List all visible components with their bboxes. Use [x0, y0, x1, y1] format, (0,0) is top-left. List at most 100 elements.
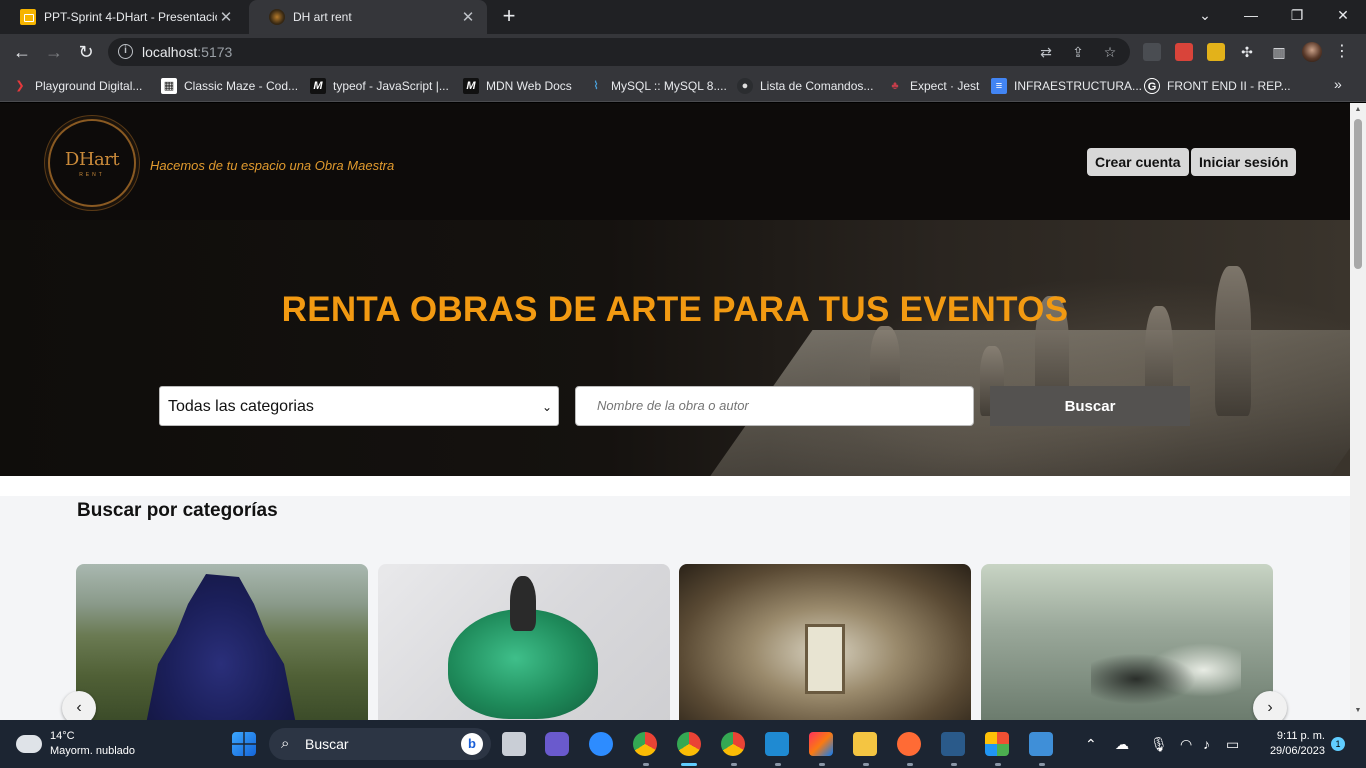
bookmark-label: Expect · Jest [910, 79, 980, 93]
chevron-red-icon: ❯ [15, 80, 25, 92]
notepad-icon[interactable] [1029, 732, 1053, 756]
hero-banner: RENTA OBRAS DE ARTE PARA TUS EVENTOS Tod… [0, 220, 1350, 476]
url-host: localhost [142, 44, 198, 60]
hero-title: RENTA OBRAS DE ARTE PARA TUS EVENTOS [281, 290, 1069, 329]
extensions-puzzle-icon[interactable]: ✣ [1239, 44, 1255, 60]
mdn-icon: M [310, 78, 326, 94]
close-icon[interactable]: ✕ [459, 8, 477, 26]
scrollbar-thumb[interactable] [1354, 119, 1362, 269]
bookmarks-bar: ❯ Playground Digital... ▦ Classic Maze -… [0, 70, 1366, 102]
back-icon[interactable]: ← [10, 40, 34, 64]
chrome-profile-icon[interactable] [633, 732, 657, 756]
bookmark-item[interactable]: G FRONT END II - REP... [1144, 76, 1291, 96]
tab-dh-art-rent[interactable]: DH art rent ✕ [249, 0, 487, 34]
login-button[interactable]: Iniciar sesión [1191, 148, 1297, 176]
wifi-icon[interactable]: ◠ [1180, 734, 1192, 754]
tray-chevron-up-icon[interactable]: ⌃ [1085, 734, 1097, 754]
volume-icon[interactable]: ♪ [1203, 734, 1210, 754]
weather-widget[interactable]: 14°C Mayorm. nublado [14, 729, 135, 759]
page-scrollbar[interactable]: ▲ ▼ [1350, 103, 1366, 720]
window-close-icon[interactable]: ✕ [1331, 5, 1355, 25]
bookmark-item[interactable]: ● Lista de Comandos... [737, 76, 873, 96]
search-input[interactable] [575, 386, 974, 426]
battery-icon[interactable]: ▭ [1226, 734, 1239, 754]
close-icon[interactable]: ✕ [217, 8, 235, 26]
bookmark-star-icon[interactable]: ☆ [1102, 44, 1118, 60]
restore-icon[interactable]: ❐ [1285, 5, 1309, 25]
weather-cloud-icon [14, 729, 42, 753]
dhart-logo[interactable]: DHart RENT [48, 119, 136, 207]
taskbar-search[interactable]: ⌕ Buscar b [269, 728, 491, 760]
site-tagline: Hacemos de tu espacio una Obra Maestra [150, 158, 395, 173]
bookmark-label: MySQL :: MySQL 8.... [611, 79, 727, 93]
bookmark-item[interactable]: M MDN Web Docs [463, 76, 572, 96]
category-select[interactable]: Todas las categorias ⌄ [159, 386, 559, 426]
url-port: :5173 [197, 44, 233, 60]
teams-meet-icon[interactable] [545, 732, 569, 756]
share-icon[interactable]: ⇪ [1070, 44, 1086, 60]
new-tab-icon[interactable]: + [498, 5, 520, 27]
bookmark-label: Playground Digital... [35, 79, 143, 93]
category-card[interactable] [981, 564, 1273, 720]
category-card[interactable] [76, 564, 368, 720]
search-icon: ⌕ [281, 735, 290, 752]
scroll-up-icon[interactable]: ▲ [1354, 106, 1362, 116]
zoom-icon[interactable] [589, 732, 613, 756]
clock-time: 9:11 p. m. [1276, 730, 1325, 742]
bookmarks-more-icon[interactable]: » [1334, 76, 1342, 92]
windows-start-icon[interactable] [232, 732, 256, 756]
search-button[interactable]: Buscar [990, 386, 1190, 426]
forward-icon[interactable]: → [42, 40, 66, 64]
chrome-icon[interactable] [721, 732, 745, 756]
mysql-workbench-icon[interactable] [941, 732, 965, 756]
microphone-icon[interactable]: 🎙︎ [1150, 734, 1168, 754]
chrome-active-icon[interactable] [677, 732, 701, 756]
extension-yellow-icon[interactable] [1207, 43, 1225, 61]
task-view-icon[interactable] [502, 732, 526, 756]
slides-icon [20, 9, 36, 25]
translate-icon[interactable]: ⇄ [1038, 44, 1054, 60]
postman-icon[interactable] [897, 732, 921, 756]
profile-avatar[interactable] [1302, 42, 1322, 62]
minimize-icon[interactable]: — [1239, 5, 1263, 25]
page-viewport: DHart RENT Hacemos de tu espacio una Obr… [0, 103, 1350, 720]
weather-description: Mayorm. nublado [50, 745, 135, 757]
scroll-down-icon[interactable]: ▼ [1354, 707, 1362, 717]
reload-icon[interactable]: ↻ [74, 40, 98, 64]
browser-menu-icon[interactable]: ⋮ [1334, 42, 1350, 62]
github-icon: ● [737, 78, 753, 94]
url-text: localhost:5173 [142, 44, 232, 60]
intellij-icon[interactable] [809, 732, 833, 756]
extension-red-icon[interactable] [1175, 43, 1193, 61]
extension-gray-icon[interactable] [1143, 43, 1161, 61]
site-info-icon[interactable]: i [118, 44, 133, 59]
git-gui-icon[interactable] [985, 732, 1009, 756]
running-indicator [1039, 763, 1045, 766]
bing-icon[interactable]: b [461, 733, 483, 755]
bookmark-item[interactable]: ♣ Expect · Jest [887, 76, 979, 96]
taskbar-clock[interactable]: 9:11 p. m. 29/06/2023 [1255, 729, 1325, 759]
bookmark-label: MDN Web Docs [486, 79, 572, 93]
notification-badge[interactable]: 1 [1331, 737, 1345, 751]
tab-presentation[interactable]: PPT-Sprint 4-DHart - Presentación ✕ [0, 0, 245, 34]
category-card[interactable] [679, 564, 971, 720]
carousel-prev-icon[interactable]: ‹ [62, 691, 96, 720]
logo-text: DHart [64, 148, 120, 170]
onedrive-cloud-icon[interactable]: ☁ [1115, 734, 1129, 754]
bookmark-item[interactable]: ⌇ MySQL :: MySQL 8.... [588, 76, 727, 96]
bookmark-item[interactable]: ❯ Playground Digital... [12, 76, 142, 96]
create-account-button[interactable]: Crear cuenta [1087, 148, 1189, 176]
vscode-icon[interactable] [765, 732, 789, 756]
bookmark-item[interactable]: M typeof - JavaScript |... [310, 76, 449, 96]
address-bar[interactable]: i localhost:5173 ⇄ ⇪ ☆ [108, 38, 1130, 66]
file-explorer-icon[interactable] [853, 732, 877, 756]
chrome-g-icon: G [1144, 78, 1160, 94]
clock-date: 29/06/2023 [1269, 745, 1325, 757]
side-panel-icon[interactable]: ▥ [1271, 44, 1287, 60]
bookmark-item[interactable]: ▦ Classic Maze - Cod... [161, 76, 298, 96]
bookmark-item[interactable]: ≡ INFRAESTRUCTURA... [991, 76, 1142, 96]
category-card[interactable] [378, 564, 670, 720]
mdn-icon: M [463, 78, 479, 94]
tab-search-icon[interactable]: ⌄ [1193, 5, 1217, 25]
carousel-next-icon[interactable]: › [1253, 691, 1287, 720]
